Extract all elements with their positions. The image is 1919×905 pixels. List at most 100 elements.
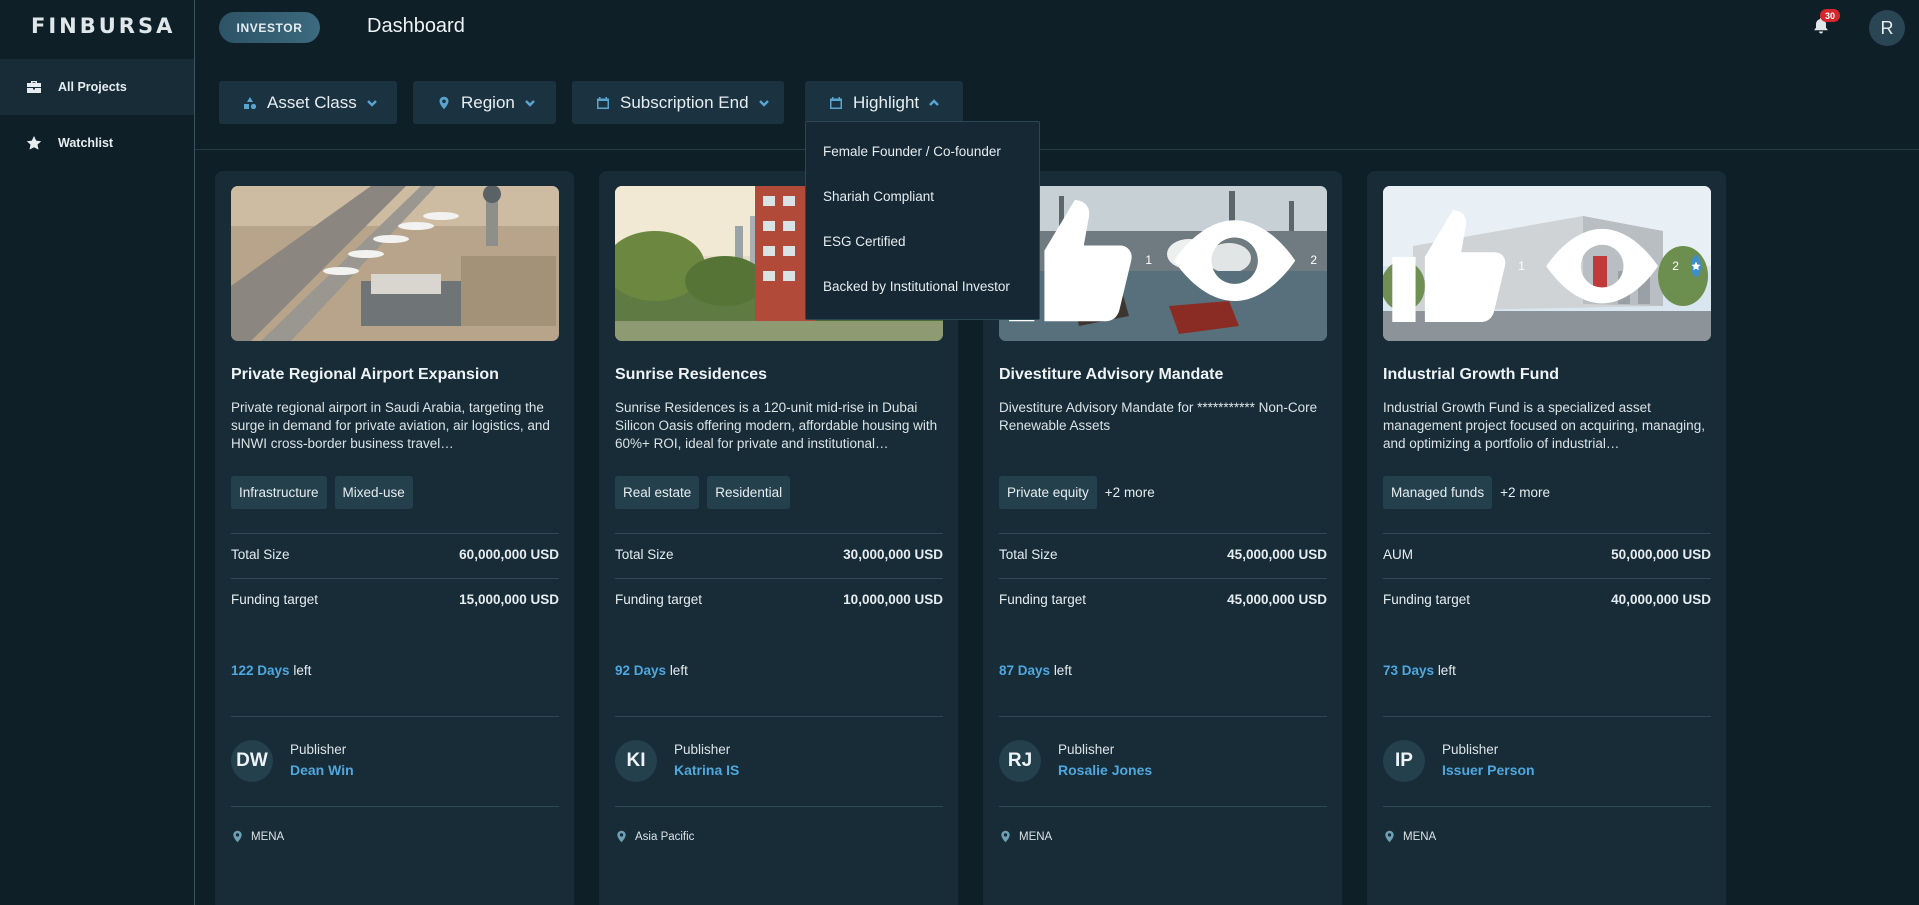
project-title[interactable]: Private Regional Airport Expansion: [231, 366, 561, 384]
filter-label: Asset Class: [267, 92, 357, 112]
map-pin-icon: [1001, 830, 1010, 843]
project-card[interactable]: 1 2 Industrial Growth Fund Industrial Gr…: [1367, 171, 1726, 905]
chevron-up-icon: [929, 98, 940, 106]
publisher-avatar: KI: [615, 740, 657, 782]
tag: Real estate: [615, 476, 700, 509]
publisher-name[interactable]: Issuer Person: [1442, 762, 1535, 778]
chevron-down-icon: [366, 99, 377, 107]
project-title[interactable]: Industrial Growth Fund: [1383, 366, 1713, 384]
days-left: 122 Days left: [231, 663, 311, 678]
funding-target-row: Funding target 40,000,000 USD: [1383, 592, 1711, 607]
menu-item-esg-certified[interactable]: ESG Certified: [823, 234, 906, 249]
publisher-label: Publisher: [674, 742, 731, 757]
region-label: Asia Pacific: [635, 830, 695, 843]
divider: [999, 533, 1327, 534]
publisher-name[interactable]: Rosalie Jones: [1058, 762, 1152, 778]
filter-label: Region: [461, 92, 515, 112]
eye-icon: [1174, 219, 1296, 301]
likes[interactable]: 1: [1383, 201, 1525, 331]
filter-label: Subscription End: [620, 92, 749, 112]
publisher-label: Publisher: [1058, 742, 1115, 757]
days-left: 73 Days left: [1383, 663, 1456, 678]
map-pin-icon: [1385, 830, 1394, 843]
project-image: 1 2: [999, 186, 1327, 341]
publisher-name[interactable]: Dean Win: [290, 762, 354, 778]
menu-item-female-founder[interactable]: Female Founder / Co-founder: [823, 144, 1001, 159]
divider: [231, 806, 559, 807]
region: MENA: [1383, 830, 1436, 843]
more-tags[interactable]: +2 more: [1500, 485, 1550, 500]
project-description: Divestiture Advisory Mandate for *******…: [999, 400, 1318, 433]
filter-region[interactable]: Region: [413, 81, 556, 124]
project-card[interactable]: Private Regional Airport Expansion Priva…: [215, 171, 574, 905]
logo: FINBURSA: [31, 14, 176, 38]
divider: [615, 716, 943, 717]
likes-count: 1: [1518, 258, 1525, 273]
divider: [1383, 716, 1711, 717]
sidebar: FINBURSA All Projects Watchlist: [0, 0, 195, 905]
divider: [615, 533, 943, 534]
tag-list: Real estate Residential: [615, 476, 791, 509]
region: Asia Pacific: [615, 830, 694, 843]
filter-asset-class[interactable]: Asset Class: [219, 81, 397, 124]
user-avatar[interactable]: R: [1869, 10, 1905, 46]
funding-target-row: Funding target 15,000,000 USD: [231, 592, 559, 607]
divider: [231, 578, 559, 579]
sidebar-item-all-projects[interactable]: All Projects: [0, 59, 194, 115]
funding-target-value: 40,000,000 USD: [1611, 592, 1711, 607]
engagement-stats: 1 2: [1383, 201, 1701, 331]
star-icon: [1691, 261, 1701, 270]
publisher-name[interactable]: Katrina IS: [674, 762, 739, 778]
notification-count-badge: 30: [1820, 9, 1840, 22]
days-count: 122 Days: [231, 663, 290, 678]
days-count: 92 Days: [615, 663, 667, 678]
filter-highlight[interactable]: Highlight: [805, 81, 963, 124]
days-left: 87 Days left: [999, 663, 1072, 678]
funding-target-label: Funding target: [615, 592, 703, 607]
publisher-label: Publisher: [290, 742, 347, 757]
sidebar-item-label: All Projects: [58, 80, 127, 94]
views: 2: [1537, 201, 1679, 331]
menu-item-shariah-compliant[interactable]: Shariah Compliant: [823, 189, 934, 204]
divider: [615, 806, 943, 807]
project-title[interactable]: Sunrise Residences: [615, 366, 945, 384]
aum-value: 50,000,000 USD: [1611, 547, 1711, 562]
filter-subscription-end[interactable]: Subscription End: [572, 81, 784, 124]
menu-item-institutional-investor[interactable]: Backed by Institutional Investor: [823, 279, 1010, 294]
map-pin-icon: [617, 830, 626, 843]
divider: [1383, 578, 1711, 579]
divider: [231, 716, 559, 717]
aum-label: AUM: [1383, 547, 1413, 562]
region: MENA: [999, 830, 1052, 843]
project-description: Private regional airport in Saudi Arabia…: [231, 400, 550, 451]
sidebar-item-watchlist[interactable]: Watchlist: [0, 115, 194, 171]
more-tags[interactable]: +2 more: [1105, 485, 1155, 500]
engagement-stats: 1 2: [999, 190, 1317, 331]
total-size-value: 30,000,000 USD: [843, 547, 943, 562]
region-label: MENA: [1403, 830, 1437, 843]
map-pin-icon: [233, 830, 242, 843]
project-title[interactable]: Divestiture Advisory Mandate: [999, 366, 1329, 384]
role-badge[interactable]: INVESTOR: [219, 12, 320, 43]
funding-target-label: Funding target: [231, 592, 319, 607]
project-image: 1 2: [1383, 186, 1711, 341]
region: MENA: [231, 830, 284, 843]
total-size-row: Total Size 45,000,000 USD: [999, 547, 1327, 562]
funding-target-value: 45,000,000 USD: [1227, 592, 1327, 607]
funding-target-value: 10,000,000 USD: [843, 592, 943, 607]
shapes-icon: [244, 96, 257, 109]
highlight-dropdown-menu: Female Founder / Co-founder Shariah Comp…: [805, 121, 1040, 320]
tag: Private equity: [999, 476, 1097, 509]
chevron-down-icon: [525, 99, 535, 107]
watchlist-button[interactable]: [1690, 254, 1701, 277]
region-label: MENA: [251, 830, 285, 843]
tag: Managed funds: [1383, 476, 1493, 509]
calendar-icon: [830, 96, 842, 109]
views-count: 2: [1310, 253, 1317, 268]
publisher-label: Publisher: [1442, 742, 1499, 757]
total-size-value: 45,000,000 USD: [1227, 547, 1327, 562]
aum-row: AUM 50,000,000 USD: [1383, 547, 1711, 562]
sidebar-item-label: Watchlist: [58, 136, 114, 150]
total-size-row: Total Size 60,000,000 USD: [231, 547, 559, 562]
days-left-label: left: [293, 663, 312, 678]
